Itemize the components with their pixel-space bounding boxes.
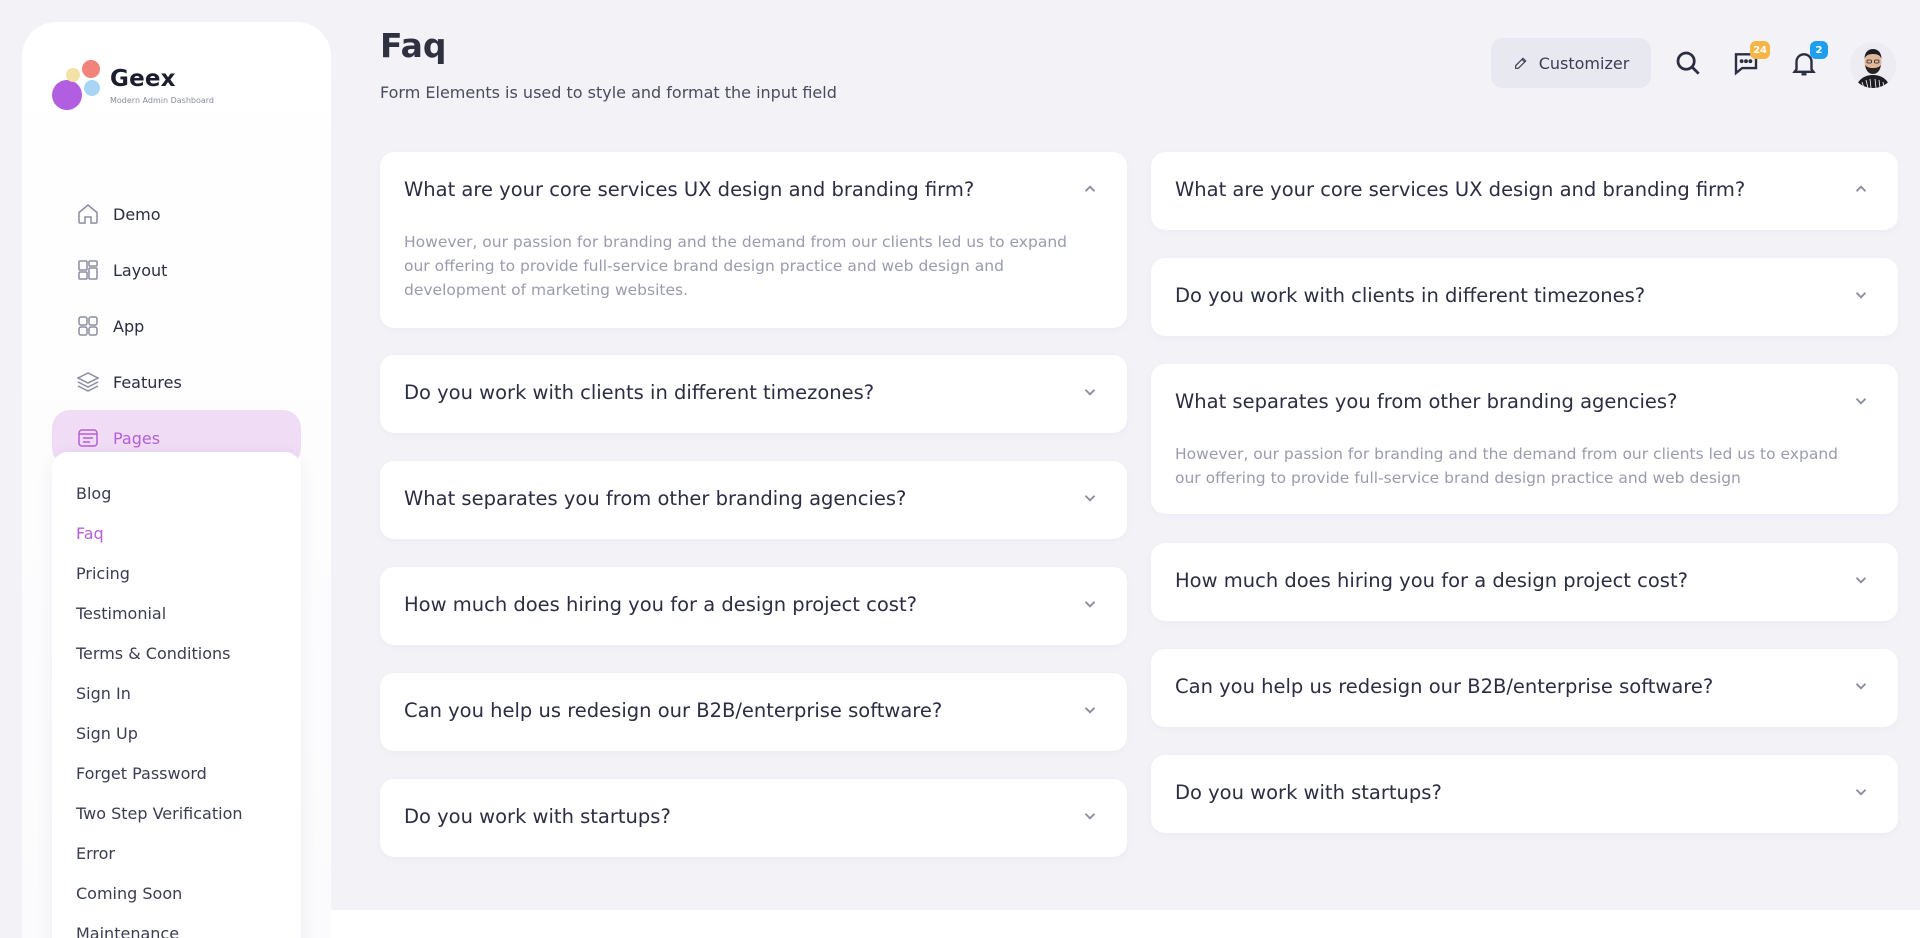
faq-question: Do you work with startups?	[404, 805, 671, 828]
user-avatar-image	[1850, 42, 1896, 88]
notifications-badge: 2	[1810, 41, 1828, 59]
submenu-item-testimonial[interactable]: Testimonial	[76, 604, 166, 623]
chevron-up-icon	[1855, 185, 1867, 192]
submenu-item-error[interactable]: Error	[76, 844, 115, 863]
faq-question: How much does hiring you for a design pr…	[1175, 569, 1688, 592]
apps-grid-icon	[78, 316, 98, 336]
chevron-down-icon	[1084, 601, 1096, 608]
faq-item[interactable]: Do you work with startups?	[380, 779, 1127, 857]
nav-label: Pages	[113, 428, 161, 448]
chevron-up-icon	[1084, 185, 1096, 192]
customizer-label: Customizer	[1538, 53, 1630, 73]
faq-question: Can you help us redesign our B2B/enterpr…	[404, 699, 943, 722]
brand-tagline: Modern Admin Dashboard	[110, 96, 214, 105]
nav-label: Layout	[113, 260, 168, 280]
submenu-item-forget-password[interactable]: Forget Password	[76, 764, 207, 783]
chevron-down-icon	[1084, 389, 1096, 396]
logo-mark-dot	[66, 68, 80, 82]
sidebar: Geex Modern Admin Dashboard Demo Layout …	[22, 22, 331, 938]
faq-item[interactable]: How much does hiring you for a design pr…	[1151, 543, 1898, 621]
submenu-item-blog[interactable]: Blog	[76, 484, 111, 503]
pages-submenu: Blog Faq Pricing Testimonial Terms & Con…	[52, 452, 301, 938]
faq-item[interactable]: Do you work with clients in different ti…	[380, 355, 1127, 433]
home-icon	[78, 204, 98, 224]
faq-question: Can you help us redesign our B2B/enterpr…	[1175, 675, 1714, 698]
nav-item-layout[interactable]: Layout	[52, 242, 301, 298]
submenu-item-sign-in[interactable]: Sign In	[76, 684, 131, 703]
faq-item[interactable]: Do you work with startups?	[1151, 755, 1898, 833]
nav-label: Features	[113, 372, 182, 392]
chevron-down-icon	[1855, 292, 1867, 299]
faq-question: What are your core services UX design an…	[404, 178, 975, 201]
brand-name: Geex	[110, 66, 176, 92]
nav-label: App	[113, 316, 145, 336]
faq-question: How much does hiring you for a design pr…	[404, 593, 917, 616]
faq-question: What separates you from other branding a…	[1175, 390, 1678, 413]
faq-item[interactable]: What separates you from other branding a…	[380, 461, 1127, 539]
faq-item[interactable]: Can you help us redesign our B2B/enterpr…	[380, 673, 1127, 751]
search-icon	[1676, 51, 1700, 75]
nav-label: Demo	[113, 204, 161, 224]
submenu-item-pricing[interactable]: Pricing	[76, 564, 130, 583]
faq-item[interactable]: Can you help us redesign our B2B/enterpr…	[1151, 649, 1898, 727]
user-avatar[interactable]	[1850, 42, 1896, 88]
faq-item[interactable]: What separates you from other branding a…	[1151, 364, 1898, 514]
faq-question: Do you work with clients in different ti…	[404, 381, 875, 404]
submenu-item-maintenance[interactable]: Maintenance	[76, 924, 179, 938]
faq-answer: However, our passion for branding and th…	[404, 233, 1067, 299]
submenu-item-terms[interactable]: Terms & Conditions	[76, 644, 230, 663]
notifications-button[interactable]: 2	[1789, 41, 1828, 78]
nav-item-features[interactable]: Features	[52, 354, 301, 410]
pencil-icon	[1514, 57, 1527, 69]
faq-item[interactable]: What are your core services UX design an…	[380, 152, 1127, 328]
messages-badge: 24	[1750, 41, 1770, 59]
chevron-down-icon	[1855, 577, 1867, 584]
chevron-down-icon	[1084, 707, 1096, 714]
chevron-down-icon	[1855, 683, 1867, 690]
brand-logo[interactable]: Geex Modern Admin Dashboard	[52, 60, 252, 116]
search-button[interactable]	[1673, 48, 1703, 78]
chevron-down-icon	[1084, 495, 1096, 502]
page-title: Faq	[380, 26, 447, 65]
submenu-item-faq[interactable]: Faq	[76, 524, 104, 543]
page-description: Form Elements is used to style and forma…	[380, 83, 837, 102]
footer-area	[331, 910, 1920, 938]
faq-question: Do you work with startups?	[1175, 781, 1442, 804]
submenu-item-sign-up[interactable]: Sign Up	[76, 724, 138, 743]
faq-question: What separates you from other branding a…	[404, 487, 907, 510]
logo-mark	[52, 80, 82, 110]
faq-item[interactable]: Do you work with clients in different ti…	[1151, 258, 1898, 336]
nav-item-app[interactable]: App	[52, 298, 301, 354]
chevron-down-icon	[1855, 789, 1867, 796]
layers-icon	[76, 372, 100, 392]
faq-question: Do you work with clients in different ti…	[1175, 284, 1646, 307]
logo-mark-dot	[84, 80, 100, 96]
chevron-down-icon	[1084, 813, 1096, 820]
faq-answer: However, our passion for branding and th…	[1175, 445, 1838, 487]
layout-icon	[78, 260, 98, 280]
faq-item[interactable]: How much does hiring you for a design pr…	[380, 567, 1127, 645]
customizer-button[interactable]: Customizer	[1491, 38, 1651, 88]
faq-item[interactable]: What are your core services UX design an…	[1151, 152, 1898, 230]
submenu-item-coming-soon[interactable]: Coming Soon	[76, 884, 182, 903]
submenu-item-two-step[interactable]: Two Step Verification	[76, 804, 243, 823]
pages-icon	[78, 429, 98, 447]
logo-mark-dot	[82, 60, 100, 78]
chevron-down-icon	[1855, 398, 1867, 405]
faq-question: What are your core services UX design an…	[1175, 178, 1746, 201]
messages-button[interactable]: 24	[1731, 41, 1770, 78]
nav-item-demo[interactable]: Demo	[52, 186, 301, 242]
